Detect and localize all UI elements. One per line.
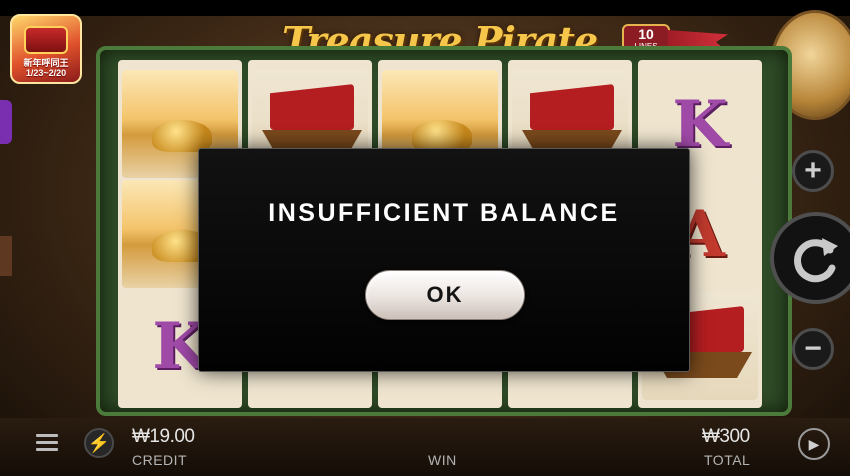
ok-button[interactable]: OK <box>365 270 525 320</box>
promo-event-badge[interactable]: 新年呼同王 1/23~2/20 <box>10 14 82 84</box>
treasure-chest-icon <box>24 26 68 54</box>
dialog-message: INSUFFICIENT BALANCE <box>268 199 620 227</box>
insufficient-balance-dialog: INSUFFICIENT BALANCE OK <box>198 148 690 372</box>
menu-icon[interactable] <box>36 434 58 452</box>
lines-count: 10 <box>638 26 654 42</box>
credit-label: CREDIT <box>132 452 188 468</box>
side-panel-tab[interactable] <box>0 100 12 144</box>
top-bar <box>0 0 850 16</box>
promo-dates: 1/23~2/20 <box>25 68 67 78</box>
autoplay-icon[interactable]: ▶ <box>798 428 830 460</box>
bet-increase-button[interactable]: + <box>792 150 834 192</box>
win-label: WIN <box>428 452 457 468</box>
bet-decrease-button[interactable]: − <box>792 328 834 370</box>
turbo-bolt-icon[interactable]: ⚡ <box>84 428 114 458</box>
game-screen: 新年呼同王 1/23~2/20 Treasure Pirate 10 LINES… <box>0 0 850 476</box>
promo-title: 新年呼同王 <box>23 58 69 68</box>
total-label: TOTAL <box>704 452 751 468</box>
side-panel-tab-lower[interactable] <box>0 236 12 276</box>
spin-arrow-icon <box>794 238 838 283</box>
credit-value: ₩19.00 <box>132 426 195 447</box>
total-value: ₩300 <box>702 426 750 447</box>
